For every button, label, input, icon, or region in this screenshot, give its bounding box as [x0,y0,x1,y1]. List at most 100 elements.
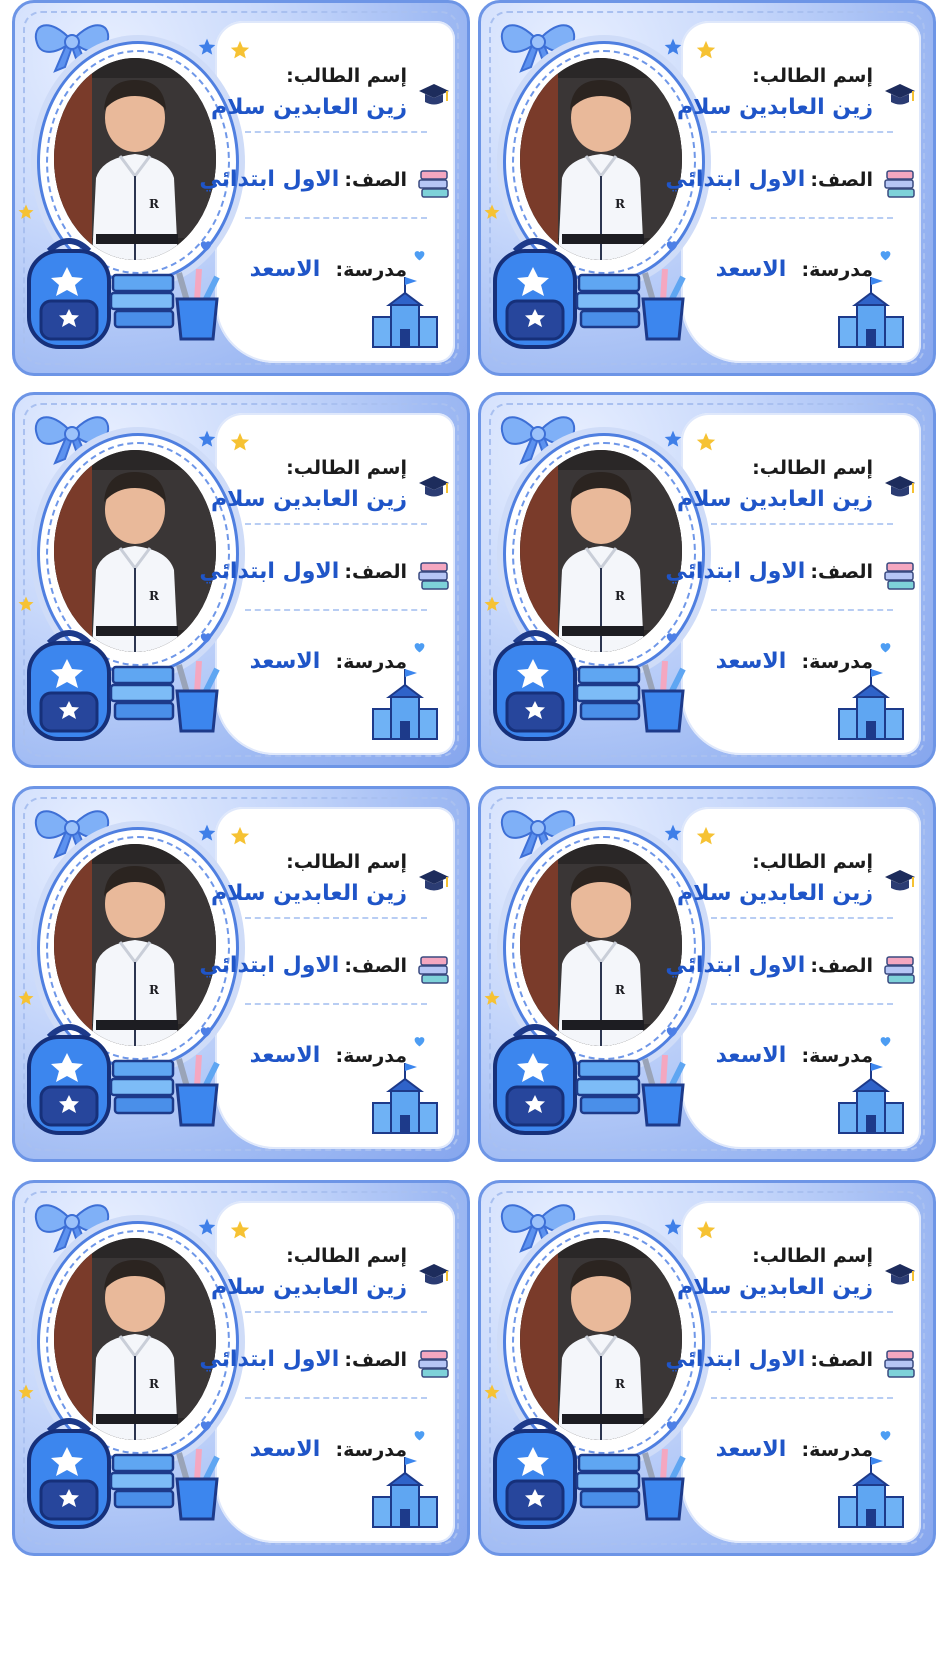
name-label-card: ✦ R إسم الطالب: زين العابدين سلام الصف: … [12,392,470,768]
backpack-icon [493,238,577,349]
books-icon [884,562,915,590]
star-icon [230,432,250,451]
star-icon [230,826,250,845]
star-icon [198,1218,216,1235]
pencil-cup-icon [641,1448,686,1521]
heart-icon [666,633,678,644]
student-photo: R [520,844,682,1046]
star-icon [696,826,716,845]
backpack-icon [27,630,111,741]
pencil-cup-icon [175,1448,220,1521]
heart-icon [200,1421,212,1432]
grade-row: الصف: الاول ابتدائي [199,167,407,192]
school-building-icon [372,1063,438,1134]
student-name-value: زين العابدين سلام [210,487,407,512]
student-name-value: زين العابدين سلام [676,1275,873,1300]
student-name-key: إسم الطالب: [752,1245,873,1267]
pencil-cup-icon [175,660,220,733]
student-photo: R [54,1238,216,1440]
heart-icon [200,1027,212,1038]
pencil-cup-icon [641,268,686,341]
student-photo: R [520,58,682,260]
shirt-letter: R [149,1377,160,1391]
student-photo: R [520,1238,682,1440]
star-icon [484,596,500,611]
star-icon [664,1218,682,1235]
student-name-value: زين العابدين سلام [210,881,407,906]
heart-icon [880,251,891,261]
student-name-key: إسم الطالب: [286,851,407,873]
backpack-icon [493,1418,577,1529]
student-name-key: إسم الطالب: [286,457,407,479]
star-icon [484,1384,500,1399]
star-icon [198,430,216,447]
student-name-value: زين العابدين سلام [676,881,873,906]
grade-row: الصف: الاول ابتدائي [665,953,873,978]
books-icon [884,170,915,198]
star-icon [18,1384,34,1399]
name-label-card: ✦ R إسم الطالب: زين العابدين سلام الصف: … [478,1180,936,1556]
star-icon [664,430,682,447]
graduation-cap-icon [419,84,449,105]
star-icon [696,432,716,451]
heart-icon [414,1037,425,1047]
graduation-cap-icon [885,476,915,497]
student-photo: R [54,450,216,652]
heart-icon [666,1027,678,1038]
star-icon [198,38,216,55]
star-icon [664,38,682,55]
school-building-icon [372,669,438,740]
name-label-card: ✦ R إسم الطالب: زين العابدين سلام الصف: … [478,0,936,376]
name-label-card: ✦ R إسم الطالب: زين العابدين سلام الصف: … [12,1180,470,1556]
shirt-letter: R [615,1377,626,1391]
star-icon [18,990,34,1005]
books-icon [418,170,449,198]
student-photo: R [54,844,216,1046]
name-label-card: ✦ R إسم الطالب: زين العابدين سلام الصف: … [12,786,470,1162]
student-name-key: إسم الطالب: [752,457,873,479]
grade-row: الصف: الاول ابتدائي [199,953,407,978]
heart-icon [200,241,212,252]
heart-icon [880,1431,891,1441]
graduation-cap-icon [419,870,449,891]
books-icon [884,956,915,984]
backpack-icon [27,1024,111,1135]
star-icon [230,1220,250,1239]
pencil-cup-icon [175,1054,220,1127]
graduation-cap-icon [419,1264,449,1285]
graduation-cap-icon [419,476,449,497]
heart-icon [880,1037,891,1047]
shirt-letter: R [149,983,160,997]
grade-row: الصف: الاول ابتدائي [665,1347,873,1372]
star-icon [696,1220,716,1239]
heart-icon [200,633,212,644]
pencil-cup-icon [175,268,220,341]
grade-row: الصف: الاول ابتدائي [665,559,873,584]
grade-row: الصف: الاول ابتدائي [199,1347,407,1372]
star-icon [230,40,250,59]
heart-icon [666,241,678,252]
backpack-icon [493,1024,577,1135]
shirt-letter: R [615,589,626,603]
school-building-icon [838,1063,904,1134]
shirt-letter: R [149,197,160,211]
books-icon [418,1350,449,1378]
student-name-key: إسم الطالب: [286,65,407,87]
name-label-card: ✦ R إسم الطالب: زين العابدين سلام الصف: … [478,786,936,1162]
label-sheet: ✦ R إسم الطالب: زين العابدين سلام الصف: … [0,0,940,1672]
graduation-cap-icon [885,870,915,891]
star-icon [696,40,716,59]
student-name-value: زين العابدين سلام [676,95,873,120]
books-icon [418,562,449,590]
star-icon [18,596,34,611]
books-icon [418,956,449,984]
heart-icon [414,1431,425,1441]
school-building-icon [838,669,904,740]
school-building-icon [372,277,438,348]
backpack-icon [27,238,111,349]
heart-icon [414,643,425,653]
heart-icon [880,643,891,653]
school-building-icon [372,1457,438,1528]
heart-icon [666,1421,678,1432]
student-name-key: إسم الطالب: [286,1245,407,1267]
